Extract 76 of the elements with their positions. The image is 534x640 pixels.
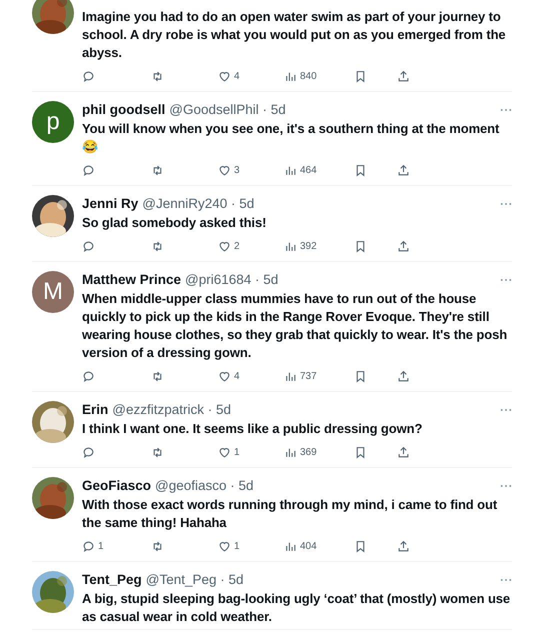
repost-icon[interactable]: [151, 70, 164, 82]
view-count: 737: [300, 370, 317, 382]
views-icon[interactable]: [284, 540, 297, 552]
views-icon[interactable]: [284, 240, 297, 252]
like-count: 1: [234, 540, 240, 552]
user-name[interactable]: Jenni Ry: [82, 195, 138, 213]
tweet-text: I think I want one. It seems like a public dressing gown?: [82, 420, 424, 438]
user-handle[interactable]: @JenniRy240 · 5d: [142, 195, 254, 213]
user-handle[interactable]: @geofiasco · 5d: [155, 477, 254, 495]
reply-icon[interactable]: [82, 446, 95, 458]
share-icon[interactable]: [397, 70, 410, 82]
reply-count: 1: [98, 540, 104, 552]
heart-icon[interactable]: [218, 164, 231, 176]
repost-icon[interactable]: [151, 370, 164, 382]
heart-icon[interactable]: [218, 70, 231, 82]
share-icon[interactable]: [397, 164, 410, 176]
user-name[interactable]: Matthew Prince: [82, 271, 182, 289]
reply-icon[interactable]: [82, 540, 95, 552]
like-count: 4: [234, 70, 240, 82]
bookmark-icon[interactable]: [354, 70, 367, 82]
repost-icon[interactable]: [151, 164, 164, 176]
tweet-text: A big, stupid sleeping bag-looking ugly ‘coat’ that (mostly) women use as casual wear in cold weather.: [82, 590, 512, 626]
more-icon[interactable]: [500, 278, 512, 282]
view-count: 369: [300, 446, 317, 458]
repost-icon[interactable]: [151, 446, 164, 458]
user-handle[interactable]: @GoodsellPhil · 5d: [169, 101, 286, 119]
more-icon[interactable]: [500, 202, 512, 206]
bookmark-icon[interactable]: [354, 446, 367, 458]
tweet-text: You will know when you see one, it's a southern thing at the moment 😂: [82, 120, 500, 156]
bookmark-icon[interactable]: [354, 240, 367, 252]
like-count: 3: [234, 164, 240, 176]
views-icon[interactable]: [284, 164, 297, 176]
avatar[interactable]: p: [32, 101, 74, 143]
more-icon[interactable]: [500, 484, 512, 488]
heart-icon[interactable]: [218, 240, 231, 252]
repost-icon[interactable]: [151, 240, 164, 252]
user-handle[interactable]: @ezzfitzpatrick · 5d: [112, 401, 232, 419]
views-icon[interactable]: [284, 70, 297, 82]
tweet-text: With those exact words running through my mind, i came to find out the same thing! Hahaha: [82, 496, 498, 532]
bookmark-icon[interactable]: [354, 164, 367, 176]
user-handle[interactable]: @pri61684 · 5d: [185, 271, 278, 289]
share-icon[interactable]: [397, 446, 410, 458]
share-icon[interactable]: [397, 370, 410, 382]
view-count: 392: [300, 240, 317, 252]
more-icon[interactable]: [500, 408, 512, 412]
tweet-text: So glad somebody asked this!: [82, 214, 268, 232]
reply-icon[interactable]: [82, 70, 95, 82]
user-name[interactable]: phil goodsell: [82, 101, 166, 119]
user-name[interactable]: GeoFiasco: [82, 477, 152, 495]
repost-icon[interactable]: [151, 540, 164, 552]
more-icon[interactable]: [500, 108, 512, 112]
tweet-text: When middle-upper class mummies have to run out of the house quickly to pick up the kids in the Range Rover Evoque. They're still wearing house clothes, so they grab that quickly to wear. It's the posh version of a dressing gown.: [82, 290, 508, 362]
like-count: 1: [234, 446, 240, 458]
view-count: 840: [300, 70, 317, 82]
user-name[interactable]: Tent_Peg: [82, 571, 142, 589]
bookmark-icon[interactable]: [354, 370, 367, 382]
avatar[interactable]: M: [32, 271, 74, 313]
heart-icon[interactable]: [218, 446, 231, 458]
like-count: 2: [234, 240, 240, 252]
user-handle[interactable]: @Tent_Peg · 5d: [146, 571, 244, 589]
reply-icon[interactable]: [82, 164, 95, 176]
heart-icon[interactable]: [218, 540, 231, 552]
view-count: 404: [300, 540, 317, 552]
like-count: 4: [234, 370, 240, 382]
reply-icon[interactable]: [82, 370, 95, 382]
views-icon[interactable]: [284, 370, 297, 382]
tweet-text: Imagine you had to do an open water swim as part of your journey to school. A dry robe is what you would put on as you emerged from the abyss.: [82, 8, 507, 62]
views-icon[interactable]: [284, 446, 297, 458]
view-count: 464: [300, 164, 317, 176]
more-icon[interactable]: [500, 578, 512, 582]
share-icon[interactable]: [397, 240, 410, 252]
bookmark-icon[interactable]: [354, 540, 367, 552]
user-name[interactable]: Erin: [82, 401, 108, 419]
heart-icon[interactable]: [218, 370, 231, 382]
reply-icon[interactable]: [82, 240, 95, 252]
share-icon[interactable]: [397, 540, 410, 552]
